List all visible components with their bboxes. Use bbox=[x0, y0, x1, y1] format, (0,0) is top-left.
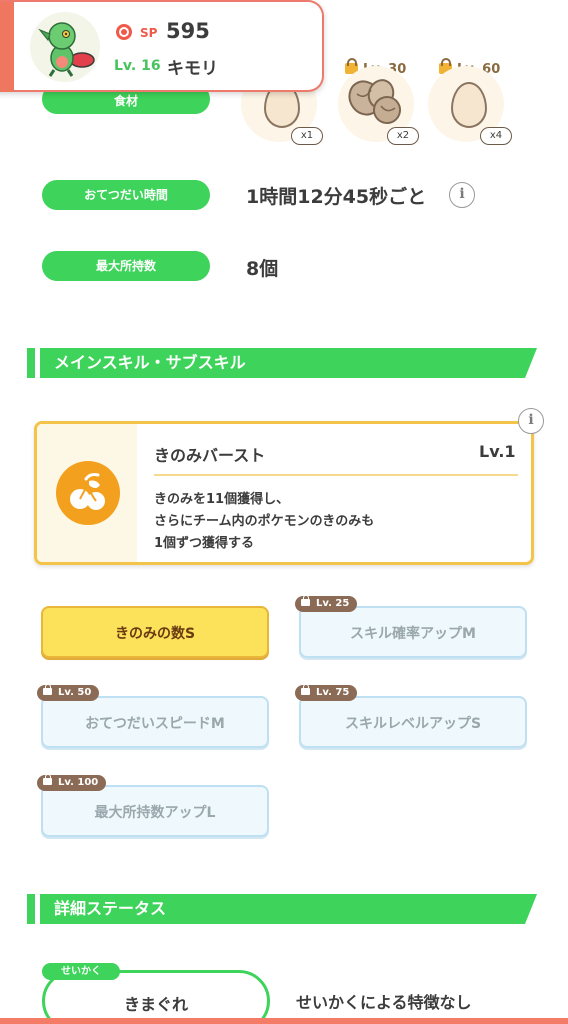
bottom-bar-edge bbox=[0, 1018, 568, 1024]
lock-icon bbox=[301, 684, 310, 695]
unlock-level: Lv. 100 bbox=[58, 777, 99, 788]
sub-skill-2-unlock: Lv. 25 bbox=[295, 595, 358, 612]
sub-skill-2[interactable]: スキル確率アップM bbox=[299, 606, 527, 658]
unlock-level: Lv. 75 bbox=[316, 687, 350, 698]
unlock-level: Lv. 25 bbox=[316, 598, 350, 609]
sub-skill-5[interactable]: 最大所持数アップL bbox=[41, 785, 269, 837]
sub-skill-4-unlock: Lv. 75 bbox=[295, 684, 358, 701]
treecko-sprite-icon bbox=[38, 22, 95, 77]
ingredient-count-1: x1 bbox=[291, 127, 323, 145]
skill-desc-line-2: さらにチーム内のポケモンのきのみも bbox=[154, 514, 375, 529]
nature-tag: せいかく bbox=[42, 963, 120, 980]
max-carry-label: 最大所持数 bbox=[42, 251, 210, 281]
nuts-icon bbox=[348, 79, 401, 124]
skills-section-title: メインスキル・サブスキル bbox=[40, 348, 537, 378]
ingredient-count-2: x2 bbox=[387, 127, 419, 145]
section-banner-accent bbox=[27, 894, 35, 924]
skill-info-icon[interactable]: i bbox=[518, 408, 544, 434]
pokemon-header-card[interactable]: SP 595 Lv. 16 キモリ bbox=[0, 0, 324, 92]
header-accent-stripe bbox=[0, 2, 14, 92]
pokemon-level: Lv. 16 bbox=[114, 58, 161, 74]
help-time-info-icon[interactable]: i bbox=[449, 182, 475, 208]
skill-desc-line-1: きのみを11個獲得し、 bbox=[154, 492, 290, 507]
pokemon-avatar bbox=[30, 12, 100, 82]
max-carry-value: 8個 bbox=[246, 258, 279, 280]
help-time-value: 1時間12分45秒ごと bbox=[246, 186, 427, 208]
lock-icon bbox=[301, 595, 310, 606]
section-banner-accent bbox=[27, 348, 35, 378]
nature-effect: せいかくによる特徴なし bbox=[296, 993, 472, 1012]
ingredient-count-3: x4 bbox=[480, 127, 512, 145]
help-time-label: おてつだい時間 bbox=[42, 180, 210, 210]
lock-icon bbox=[43, 684, 52, 695]
sub-skill-1[interactable]: きのみの数S bbox=[41, 606, 269, 658]
sp-value: 595 bbox=[166, 19, 210, 43]
unlock-level: Lv. 50 bbox=[58, 687, 92, 698]
skill-desc-line-3: 1個ずつ獲得する bbox=[154, 536, 255, 551]
pokemon-name: キモリ bbox=[167, 59, 218, 79]
main-skill-level: Lv.1 bbox=[479, 442, 516, 461]
sp-label: SP bbox=[140, 26, 158, 40]
main-skill-card[interactable]: きのみバースト Lv.1 きのみを11個獲得し、 さらにチーム内のポケモンのきの… bbox=[34, 421, 534, 565]
pokeball-sp-icon bbox=[116, 24, 132, 40]
sub-skill-4[interactable]: スキルレベルアップS bbox=[299, 696, 527, 748]
egg-icon bbox=[451, 82, 487, 128]
nature-value: きまぐれ bbox=[123, 995, 188, 1014]
details-section-title: 詳細ステータス bbox=[40, 894, 537, 924]
main-skill-name: きのみバースト bbox=[154, 446, 266, 465]
lock-icon bbox=[43, 774, 52, 785]
berry-burst-icon bbox=[56, 461, 120, 525]
sub-skill-3[interactable]: おてつだいスピードM bbox=[41, 696, 269, 748]
sub-skill-3-unlock: Lv. 50 bbox=[37, 684, 100, 701]
sub-skill-5-unlock: Lv. 100 bbox=[37, 774, 107, 791]
skill-divider bbox=[154, 474, 518, 476]
